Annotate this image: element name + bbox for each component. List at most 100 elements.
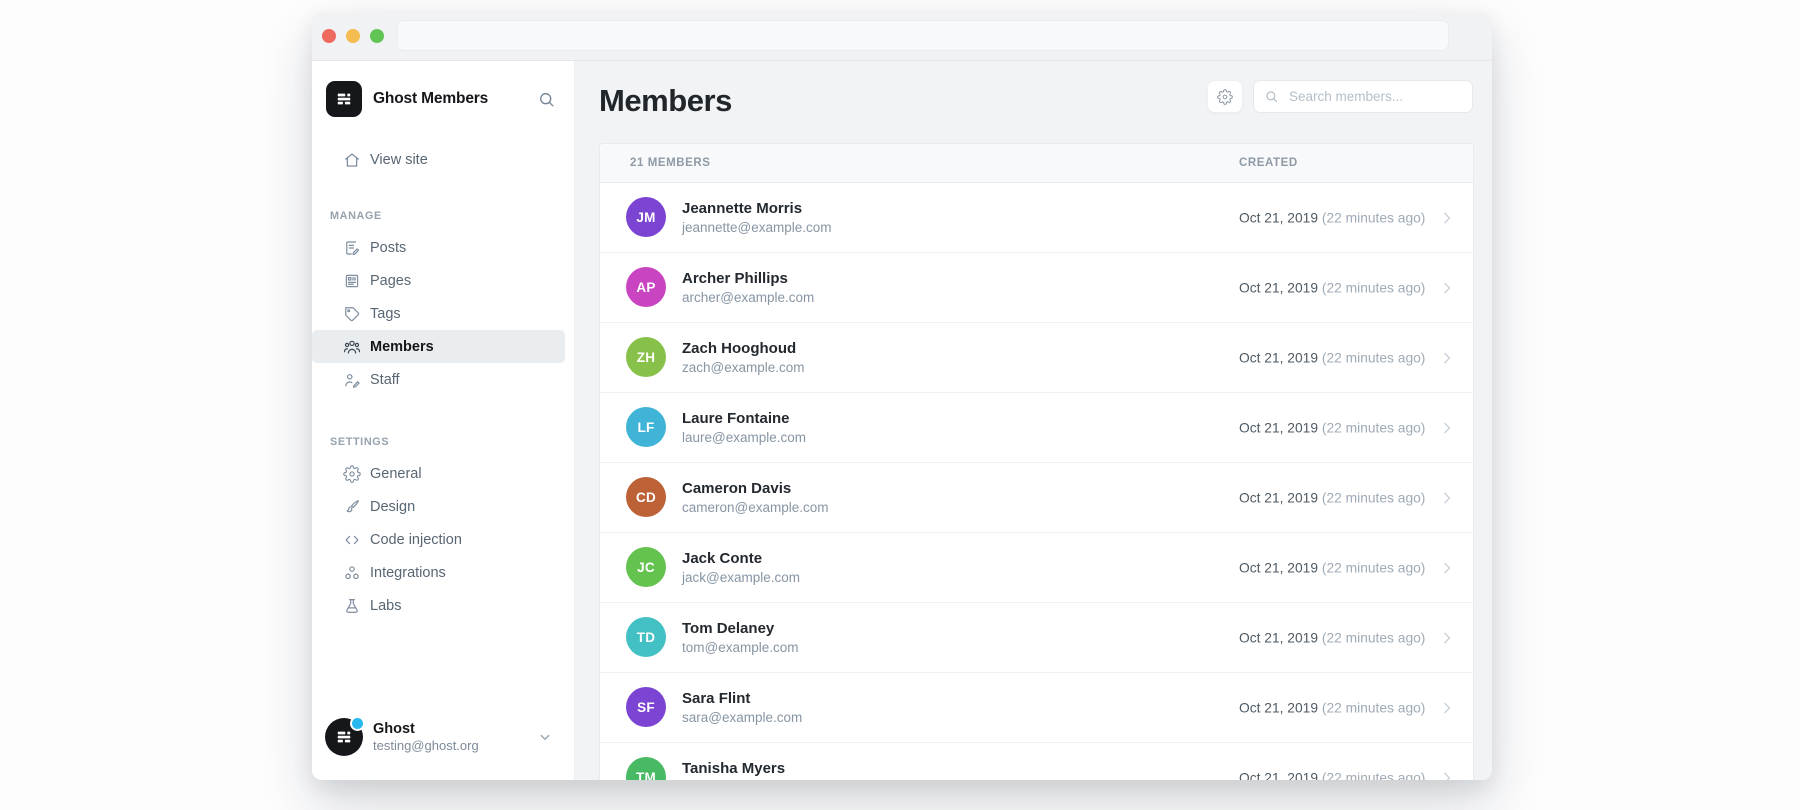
member-created: Oct 21, 2019 (22 minutes ago)	[1239, 560, 1425, 575]
sidebar-item-design[interactable]: Design	[312, 490, 574, 523]
member-name: Laure Fontaine	[682, 408, 806, 428]
member-avatar: JM	[626, 197, 666, 237]
sidebar-header: Ghost Members	[312, 61, 574, 117]
member-initials: TM	[636, 770, 656, 781]
staff-icon	[343, 371, 361, 389]
member-initials: ZH	[637, 350, 656, 365]
member-initials: JC	[637, 560, 655, 575]
pages-icon	[343, 272, 361, 290]
flask-icon	[343, 597, 361, 615]
close-window-button[interactable]	[322, 29, 336, 43]
sidebar-item-pages[interactable]: Pages	[312, 264, 574, 297]
members-icon	[343, 338, 361, 356]
gear-icon	[1217, 89, 1233, 105]
chevron-right-icon	[1437, 768, 1457, 781]
member-row[interactable]: TM Tanisha Myers tanisha@example.com Oct…	[600, 743, 1473, 780]
member-avatar: ZH	[626, 337, 666, 377]
sidebar-item-labs[interactable]: Labs	[312, 589, 574, 622]
member-email: cameron@example.com	[682, 499, 829, 517]
member-name: Zach Hooghoud	[682, 338, 805, 358]
sidebar-item-integrations[interactable]: Integrations	[312, 556, 574, 589]
member-name: Jack Conte	[682, 548, 800, 568]
created-date: Oct 21, 2019	[1239, 420, 1318, 435]
member-row[interactable]: TD Tom Delaney tom@example.com Oct 21, 2…	[600, 603, 1473, 673]
chevron-right-icon	[1437, 208, 1457, 228]
search-members-box[interactable]	[1253, 80, 1473, 113]
sidebar-item-label: Design	[370, 499, 415, 515]
member-initials: SF	[637, 700, 655, 715]
member-email: jeannette@example.com	[682, 219, 832, 237]
member-identity: Zach Hooghoud zach@example.com	[682, 338, 805, 376]
member-email: jack@example.com	[682, 569, 800, 587]
member-row[interactable]: LF Laure Fontaine laure@example.com Oct …	[600, 393, 1473, 463]
created-date: Oct 21, 2019	[1239, 700, 1318, 715]
user-avatar	[325, 718, 363, 756]
member-initials: TD	[637, 630, 656, 645]
member-initials: LF	[637, 420, 654, 435]
created-ago: (22 minutes ago)	[1322, 420, 1426, 435]
zoom-window-button[interactable]	[370, 29, 384, 43]
member-email: zach@example.com	[682, 359, 805, 377]
member-name: Sara Flint	[682, 688, 802, 708]
chevron-down-icon[interactable]	[536, 728, 554, 746]
member-avatar: AP	[626, 267, 666, 307]
header-actions	[1207, 80, 1473, 113]
window-titlebar	[312, 12, 1492, 61]
created-ago: (22 minutes ago)	[1322, 280, 1426, 295]
ghost-logo-icon	[326, 81, 362, 117]
chevron-right-icon	[1437, 418, 1457, 438]
sidebar-item-members[interactable]: Members	[312, 330, 565, 363]
search-members-input[interactable]	[1287, 88, 1462, 105]
member-avatar: CD	[626, 477, 666, 517]
sidebar-item-label: Tags	[370, 306, 401, 322]
created-column-header: CREATED	[1239, 157, 1298, 169]
member-created: Oct 21, 2019 (22 minutes ago)	[1239, 350, 1425, 365]
member-name: Archer Phillips	[682, 268, 814, 288]
member-avatar: SF	[626, 687, 666, 727]
member-created: Oct 21, 2019 (22 minutes ago)	[1239, 490, 1425, 505]
member-created: Oct 21, 2019 (22 minutes ago)	[1239, 630, 1425, 645]
created-date: Oct 21, 2019	[1239, 560, 1318, 575]
member-identity: Tom Delaney tom@example.com	[682, 618, 799, 656]
member-row[interactable]: JM Jeannette Morris jeannette@example.co…	[600, 183, 1473, 253]
sidebar-item-posts[interactable]: Posts	[312, 231, 574, 264]
member-name: Cameron Davis	[682, 478, 829, 498]
member-created: Oct 21, 2019 (22 minutes ago)	[1239, 210, 1425, 225]
members-settings-button[interactable]	[1207, 80, 1243, 113]
chevron-right-icon	[1437, 488, 1457, 508]
app-title: Ghost Members	[373, 90, 488, 108]
member-identity: Jeannette Morris jeannette@example.com	[682, 198, 832, 236]
member-identity: Sara Flint sara@example.com	[682, 688, 802, 726]
member-identity: Archer Phillips archer@example.com	[682, 268, 814, 306]
minimize-window-button[interactable]	[346, 29, 360, 43]
sidebar-item-label: Members	[370, 339, 434, 355]
member-created: Oct 21, 2019 (22 minutes ago)	[1239, 700, 1425, 715]
sidebar-item-general[interactable]: General	[312, 457, 574, 490]
member-row[interactable]: SF Sara Flint sara@example.com Oct 21, 2…	[600, 673, 1473, 743]
tags-icon	[343, 305, 361, 323]
member-row[interactable]: ZH Zach Hooghoud zach@example.com Oct 21…	[600, 323, 1473, 393]
address-bar[interactable]	[397, 20, 1449, 51]
members-header: Members	[575, 61, 1492, 143]
section-label-settings: SETTINGS	[312, 436, 574, 448]
member-initials: AP	[636, 280, 655, 295]
member-row[interactable]: JC Jack Conte jack@example.com Oct 21, 2…	[600, 533, 1473, 603]
member-email: archer@example.com	[682, 289, 814, 307]
created-ago: (22 minutes ago)	[1322, 350, 1426, 365]
code-icon	[343, 531, 361, 549]
chevron-right-icon	[1437, 348, 1457, 368]
member-identity: Tanisha Myers tanisha@example.com	[682, 758, 820, 780]
window-controls	[322, 12, 384, 60]
member-row[interactable]: AP Archer Phillips archer@example.com Oc…	[600, 253, 1473, 323]
sidebar-item-staff[interactable]: Staff	[312, 363, 574, 396]
member-row[interactable]: CD Cameron Davis cameron@example.com Oct…	[600, 463, 1473, 533]
sidebar-item-code-injection[interactable]: Code injection	[312, 523, 574, 556]
sidebar-item-label: Staff	[370, 372, 400, 388]
sidebar-item-view-site[interactable]: View site	[312, 143, 574, 176]
sidebar-item-tags[interactable]: Tags	[312, 297, 574, 330]
search-icon[interactable]	[537, 90, 556, 109]
chevron-right-icon	[1437, 628, 1457, 648]
section-label-manage: MANAGE	[312, 210, 574, 222]
user-menu[interactable]: Ghost testing@ghost.org	[312, 706, 574, 780]
user-email: testing@ghost.org	[373, 738, 479, 754]
